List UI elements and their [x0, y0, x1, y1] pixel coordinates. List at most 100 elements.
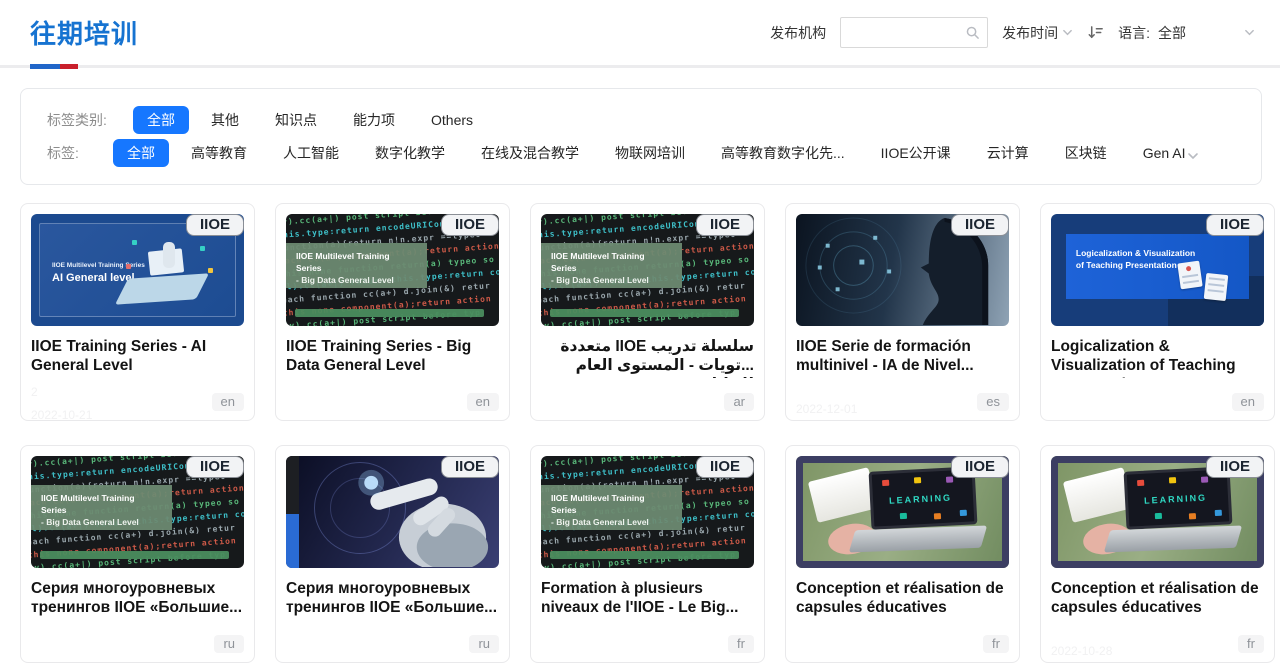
course-card-9[interactable]: IIOE LEARNING Conception et réalisation …	[1040, 445, 1275, 663]
course-thumbnail: IIOE LEARNING	[1051, 456, 1264, 568]
publisher-badge: IIOE	[1206, 456, 1264, 478]
publish-time-sort[interactable]: 发布时间	[1002, 23, 1073, 43]
publisher-badge: IIOE	[186, 214, 244, 236]
course-card-6[interactable]: IIOE Серия многоуровневых тренингов IIOE…	[275, 445, 510, 663]
course-thumbnail: IIOE LEARNING	[796, 456, 1009, 568]
slides-illustration	[1177, 261, 1202, 290]
language-badge: fr	[1238, 635, 1264, 653]
page-header: 往期培训 发布机构 发布时间 语言: 全部	[0, 0, 1280, 51]
course-title: Серия многоуровневых тренингов IIOE «Бол…	[31, 580, 244, 618]
language-badge: ru	[469, 635, 499, 653]
tag-pill-3[interactable]: 数字化教学	[361, 139, 459, 167]
tag-pill-9[interactable]: 区块链	[1051, 139, 1121, 167]
language-badge: en	[1232, 393, 1264, 411]
language-filter[interactable]: 语言: 全部	[1118, 23, 1255, 43]
course-title: Logicalization & Visualization of Teachi…	[1051, 338, 1264, 378]
filter-panel: 标签类别: 全部其他知识点能力项Others 标签: 全部高等教育人工智能数字化…	[20, 88, 1262, 185]
publish-time-label: 发布时间	[1002, 23, 1058, 43]
course-title: Conception et réalisation de capsules éd…	[796, 580, 1009, 618]
tag-pill-1[interactable]: 高等教育	[177, 139, 261, 167]
page-title: 往期培训	[30, 14, 138, 51]
course-thumbnail: IIOE (y).cc(a+|) post script before this…	[541, 214, 754, 326]
open-book-illustration	[1063, 467, 1133, 523]
course-card-3[interactable]: IIOE IIOE Serie de formación multinivel …	[785, 203, 1020, 421]
robot-illustration	[163, 242, 175, 268]
course-thumbnail: IIOE	[286, 456, 499, 568]
language-badge: ar	[724, 393, 754, 411]
course-card-2[interactable]: IIOE (y).cc(a+|) post script before this…	[530, 203, 765, 421]
category-filter-row: 标签类别: 全部其他知识点能力项 Others	[47, 106, 1243, 134]
course-title: Conception et réalisation de capsules éd…	[1051, 580, 1264, 618]
language-badge: es	[977, 393, 1009, 411]
search-icon	[965, 25, 980, 40]
course-meta: 2022-10-28	[1051, 626, 1264, 660]
course-thumbnail: IIOE (y).cc(a+|) post script before this…	[31, 456, 244, 568]
course-thumbnail: IIOE Logicalization & Visualizationof Te…	[1051, 214, 1264, 326]
course-thumbnail: IIOE (y).cc(a+|) post script before this…	[286, 214, 499, 326]
category-pill-4[interactable]: Others	[417, 108, 487, 132]
tags-label: 标签:	[47, 143, 113, 163]
course-card-7[interactable]: IIOE (y).cc(a+|) post script before this…	[530, 445, 765, 663]
publisher-badge: IIOE	[696, 214, 754, 236]
publisher-search	[840, 17, 988, 48]
course-card-0[interactable]: IIOE IIOE Multilevel Training SeriesAI G…	[20, 203, 255, 421]
category-pill-1[interactable]: 其他	[197, 106, 253, 134]
course-title: IIOE Training Series - AI General Level	[31, 338, 244, 376]
publisher-badge: IIOE	[441, 456, 499, 478]
toolbar: 发布机构 发布时间 语言: 全部	[770, 17, 1255, 48]
course-meta	[541, 386, 754, 420]
open-book-illustration	[808, 467, 878, 523]
course-title: IIOE Training Series - Big Data General …	[286, 338, 499, 376]
language-label: 语言:	[1118, 23, 1150, 43]
category-pills: 全部其他知识点能力项 Others	[133, 106, 487, 134]
expand-tags-chevron-icon[interactable]	[1187, 150, 1199, 162]
tag-pills: 全部高等教育人工智能数字化教学在线及混合教学物联网培训高等教育数字化先... II…	[113, 139, 1200, 167]
language-badge: fr	[983, 635, 1009, 653]
tag-pill-4[interactable]: 在线及混合教学	[467, 139, 593, 167]
publisher-badge: IIOE	[951, 214, 1009, 236]
tag-pill-6[interactable]: 高等教育数字化先...	[707, 139, 859, 167]
tag-pill-8[interactable]: 云计算	[973, 139, 1043, 167]
course-thumbnail: IIOE (y).cc(a+|) post script before this…	[541, 456, 754, 568]
divider-accent-blue	[30, 64, 60, 69]
sort-order-icon[interactable]	[1087, 24, 1104, 41]
category-pill-2[interactable]: 知识点	[261, 106, 331, 134]
divider-accent-red	[60, 64, 78, 69]
publish-date: 2022-10-28	[1051, 643, 1264, 660]
publisher-badge: IIOE	[1206, 214, 1264, 236]
publisher-badge: IIOE	[441, 214, 499, 236]
tag-pill-5[interactable]: 物联网培训	[601, 139, 699, 167]
language-badge: fr	[728, 635, 754, 653]
publisher-badge: IIOE	[186, 456, 244, 478]
course-meta	[31, 626, 244, 660]
course-meta	[541, 626, 754, 660]
course-card-4[interactable]: IIOE Logicalization & Visualizationof Te…	[1040, 203, 1275, 421]
category-pill-0[interactable]: 全部	[133, 106, 189, 134]
language-badge: ru	[214, 635, 244, 653]
course-card-grid: IIOE IIOE Multilevel Training SeriesAI G…	[20, 203, 1280, 663]
category-pill-3[interactable]: 能力项	[339, 106, 409, 134]
tag-filter-row: 标签: 全部高等教育人工智能数字化教学在线及混合教学物联网培训高等教育数字化先.…	[47, 139, 1243, 167]
course-card-5[interactable]: IIOE (y).cc(a+|) post script before this…	[20, 445, 255, 663]
tag-pill-0[interactable]: 全部	[113, 139, 169, 167]
tag-pill-7[interactable]: IIOE公开课	[867, 139, 965, 167]
course-title: سلسلة تدريب IIOE متعددة ...تويات - المست…	[541, 338, 754, 378]
language-badge: en	[467, 393, 499, 411]
header-divider	[0, 65, 1280, 68]
course-meta	[796, 626, 1009, 660]
course-card-8[interactable]: IIOE LEARNING Conception et réalisation …	[785, 445, 1020, 663]
course-thumbnail: IIOE	[796, 214, 1009, 326]
language-badge: en	[212, 393, 244, 411]
course-thumbnail: IIOE IIOE Multilevel Training SeriesAI G…	[31, 214, 244, 326]
course-title: IIOE Serie de formación multinivel - IA …	[796, 338, 1009, 376]
category-label: 标签类别:	[47, 110, 133, 130]
course-meta	[286, 626, 499, 660]
publisher-label: 发布机构	[770, 23, 826, 43]
publisher-badge: IIOE	[951, 456, 1009, 478]
tag-pill-2[interactable]: 人工智能	[269, 139, 353, 167]
publisher-badge: IIOE	[696, 456, 754, 478]
course-title: Formation à plusieurs niveaux de l'IIOE …	[541, 580, 754, 618]
course-card-1[interactable]: IIOE (y).cc(a+|) post script before this…	[275, 203, 510, 421]
chevron-down-icon	[1244, 27, 1255, 38]
course-title: Серия многоуровневых тренингов IIOE «Бол…	[286, 580, 499, 618]
